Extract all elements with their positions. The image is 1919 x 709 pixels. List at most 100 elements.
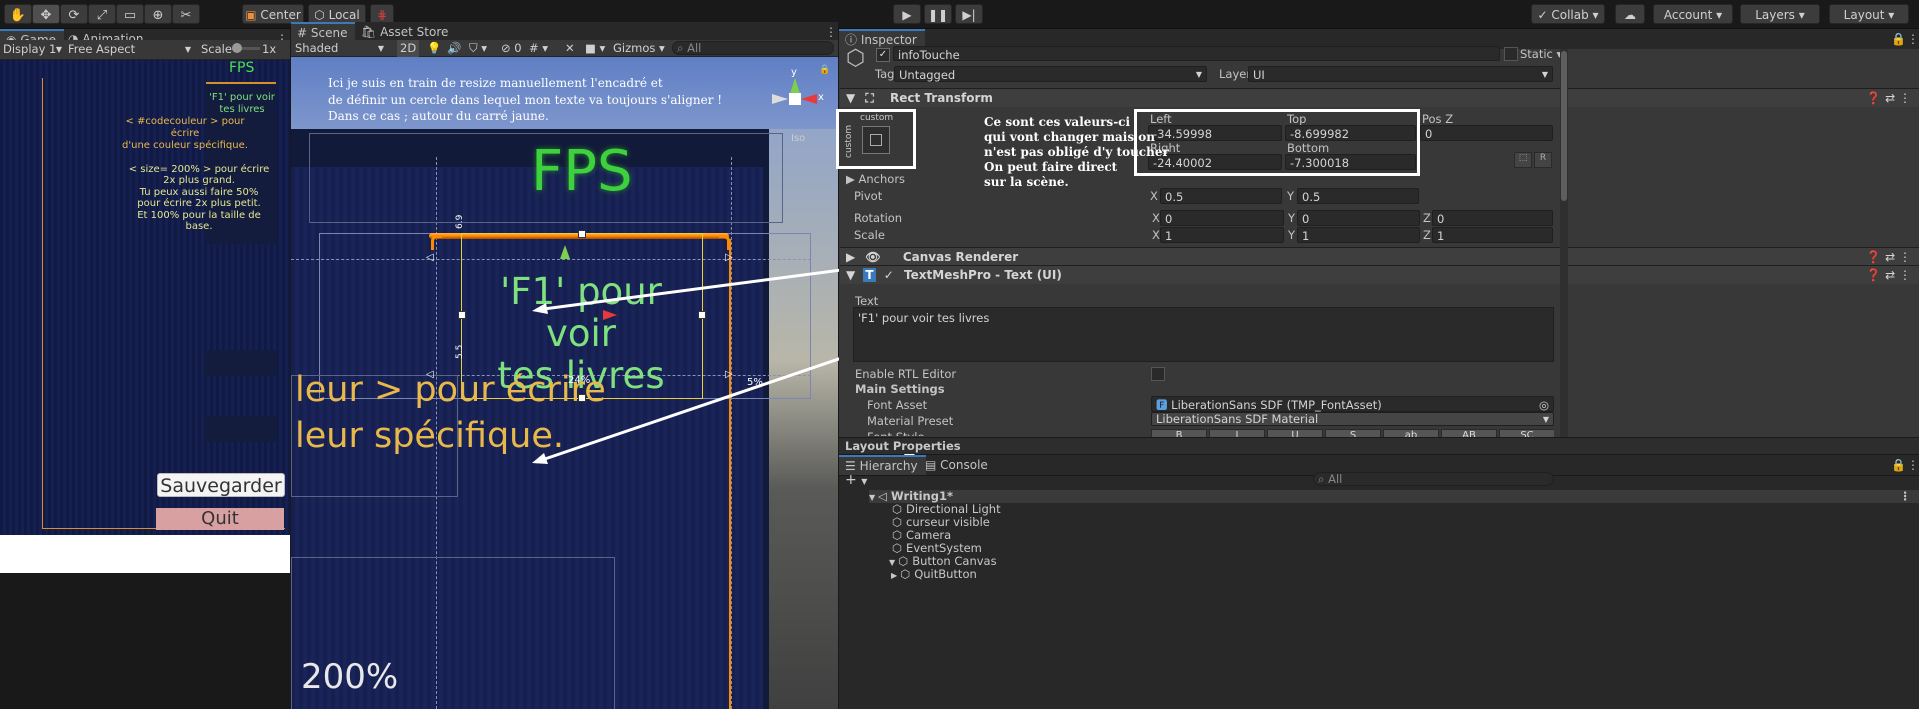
eye-icon: 👁 — [865, 250, 881, 264]
rect-transform-header[interactable]: ▼ ⛶ Rect Transform ❓ ⇄ ⋮ — [840, 88, 1919, 107]
rect-transform-icon: ⛶ — [865, 91, 874, 105]
font-style-button[interactable]: SC — [1499, 429, 1554, 437]
tmp-icon: T — [863, 268, 876, 282]
main-settings-label: Main Settings — [855, 382, 945, 396]
tag-dropdown[interactable]: Untagged ▼ — [894, 66, 1207, 82]
material-label: Material Preset — [867, 414, 954, 428]
raw-edit-button[interactable]: R — [1534, 152, 1552, 168]
gameobject-icon: ⬡ — [892, 541, 903, 555]
text-label: Text — [855, 294, 879, 308]
font-style-buttons: B I U Sab AB SC — [1151, 429, 1554, 437]
static-dropdown[interactable]: Static ▾ — [1520, 47, 1562, 61]
component-menu-icons[interactable]: ❓ ⇄ ⋮ — [1866, 248, 1911, 266]
anchors-label: Anchors — [858, 172, 906, 186]
rtl-checkbox[interactable] — [1151, 367, 1165, 381]
hierarchy-row-label: Button Canvas — [912, 554, 997, 568]
tab-console[interactable]: ▤ Console — [919, 455, 996, 475]
tmp-text-header[interactable]: ▼ T ✓ TextMeshPro - Text (UI) ❓ ⇄ ⋮ — [840, 265, 1919, 284]
rot-z-label: Z — [1423, 211, 1431, 225]
layer-value: UI — [1253, 68, 1265, 82]
top-field[interactable]: -8.699982 — [1285, 125, 1416, 141]
rot-y-field[interactable]: 0 — [1297, 210, 1420, 226]
static-checkbox[interactable] — [1504, 47, 1518, 61]
font-style-button[interactable]: ab — [1383, 429, 1439, 437]
unity-scene-icon: ◁ — [878, 489, 888, 503]
inspector-scrollbar[interactable] — [1560, 49, 1568, 449]
add-object-button[interactable]: + ▼ — [845, 472, 867, 488]
anchor-preset-button[interactable] — [862, 126, 890, 154]
hierarchy-menu[interactable]: ⋮ — [1901, 455, 1919, 475]
font-asset-field[interactable]: 🅵 LiberationSans SDF (TMP_FontAsset) ◎ — [1151, 396, 1554, 412]
gameobject-icon: ⬡ — [892, 502, 903, 516]
foldout-arrow: ▶ — [846, 250, 856, 264]
static-label: Static — [1520, 47, 1553, 61]
tab-hierarchy-label: Hierarchy — [859, 459, 918, 473]
arrowhead — [532, 453, 548, 464]
scale-z-label: Z — [1423, 228, 1431, 242]
rot-x-label: X — [1152, 211, 1160, 225]
hierarchy-search-input[interactable]: ⌕ All — [1313, 472, 1554, 486]
console-icon: ▤ — [925, 458, 937, 472]
scale-z-field[interactable]: 1 — [1432, 227, 1553, 243]
layout-properties-bar[interactable]: Layout Properties — [839, 437, 1919, 454]
inspector-menu[interactable]: ⋮ — [1901, 29, 1919, 49]
material-dropdown[interactable]: LiberationSans SDF Material ▼ — [1151, 412, 1554, 426]
foldout-arrow[interactable]: ▶ — [891, 571, 897, 580]
font-style-button[interactable]: AB — [1441, 429, 1497, 437]
scale-x-field[interactable]: 1 — [1160, 227, 1284, 243]
foldout-arrow[interactable]: ▼ — [889, 558, 895, 567]
bottom-label: Bottom — [1287, 141, 1330, 155]
hierarchy-row[interactable]: ▶ ⬡ QuitButton — [891, 568, 977, 581]
font-style-button[interactable]: B — [1151, 429, 1207, 437]
hierarchy-row-label: Camera — [906, 528, 952, 542]
anchor-preset-icon — [870, 134, 882, 146]
anchors-foldout[interactable]: ▶ Anchors — [846, 172, 905, 186]
foldout-arrow: ▶ — [846, 172, 855, 186]
rot-z-field[interactable]: 0 — [1432, 210, 1553, 226]
blueprint-mode-button[interactable]: ⬚ — [1514, 152, 1532, 168]
inspector-note: Ce sont ces valeurs-ci qui vont changer … — [984, 115, 1169, 190]
font-asset-label: Font Asset — [867, 398, 928, 412]
foldout-arrow[interactable]: ▼ — [869, 493, 875, 502]
pivot-x-field[interactable]: 0.5 — [1160, 188, 1282, 204]
info-icon: ⓘ — [845, 33, 858, 47]
search-icon: ⌕ — [1318, 472, 1325, 486]
posz-field[interactable]: 0 — [1420, 125, 1553, 141]
gameobject-icon: ⬡ — [846, 46, 866, 71]
hierarchy-scene-row[interactable]: ▼ ◁ Writing1* ⋮ — [869, 490, 1919, 503]
font-asset-value: LiberationSans SDF (TMP_FontAsset) — [1171, 398, 1382, 412]
active-checkbox[interactable]: ✓ — [876, 48, 890, 62]
tmp-enabled-checkbox[interactable]: ✓ — [884, 268, 894, 282]
anchor-preset-label: custom — [860, 113, 894, 123]
top-label: Top — [1287, 112, 1307, 126]
component-menu-icons[interactable]: ❓ ⇄ ⋮ — [1866, 89, 1911, 107]
font-style-button[interactable]: S — [1325, 429, 1381, 437]
layer-dropdown[interactable]: UI ▼ — [1248, 66, 1553, 82]
note-line5: sur la scène. — [984, 175, 1069, 189]
object-name-field[interactable]: infoTouche — [893, 46, 1500, 62]
tag-value: Untagged — [899, 68, 956, 82]
note-line3: n'est pas obligé d'y toucher — [984, 145, 1169, 159]
scene-menu[interactable]: ⋮ — [1900, 490, 1912, 503]
tmp-text-title: TextMeshPro - Text (UI) — [904, 268, 1062, 282]
bottom-field[interactable]: -7.300018 — [1285, 154, 1416, 170]
inspector-scrollbar-thumb[interactable] — [1561, 51, 1567, 201]
note-line2: qui vont changer mais on — [984, 130, 1156, 144]
hierarchy-row-label: Directional Light — [906, 502, 1001, 516]
tab-inspector-label: Inspector — [860, 33, 917, 47]
font-style-button[interactable]: U — [1267, 429, 1323, 437]
pivot-y-label: Y — [1287, 189, 1295, 203]
rot-y-label: Y — [1288, 211, 1296, 225]
pivot-y-field[interactable]: 0.5 — [1297, 188, 1419, 204]
object-picker-icon[interactable]: ◎ — [1539, 397, 1549, 413]
component-menu-icons[interactable]: ❓ ⇄ ⋮ — [1866, 266, 1911, 284]
note-line4: On peut faire direct — [984, 160, 1118, 174]
note-line1: Ce sont ces valeurs-ci — [984, 115, 1131, 129]
scale-y-field[interactable]: 1 — [1297, 227, 1420, 243]
canvas-renderer-header[interactable]: ▶ 👁 Canvas Renderer ❓ ⇄ ⋮ — [840, 247, 1919, 266]
layout-properties-label: Layout Properties — [845, 439, 961, 453]
text-input-area[interactable]: 'F1' pour voir tes livres — [853, 307, 1554, 362]
font-style-button[interactable]: I — [1209, 429, 1265, 437]
plus-icon: + — [845, 472, 857, 488]
rot-x-field[interactable]: 0 — [1160, 210, 1284, 226]
